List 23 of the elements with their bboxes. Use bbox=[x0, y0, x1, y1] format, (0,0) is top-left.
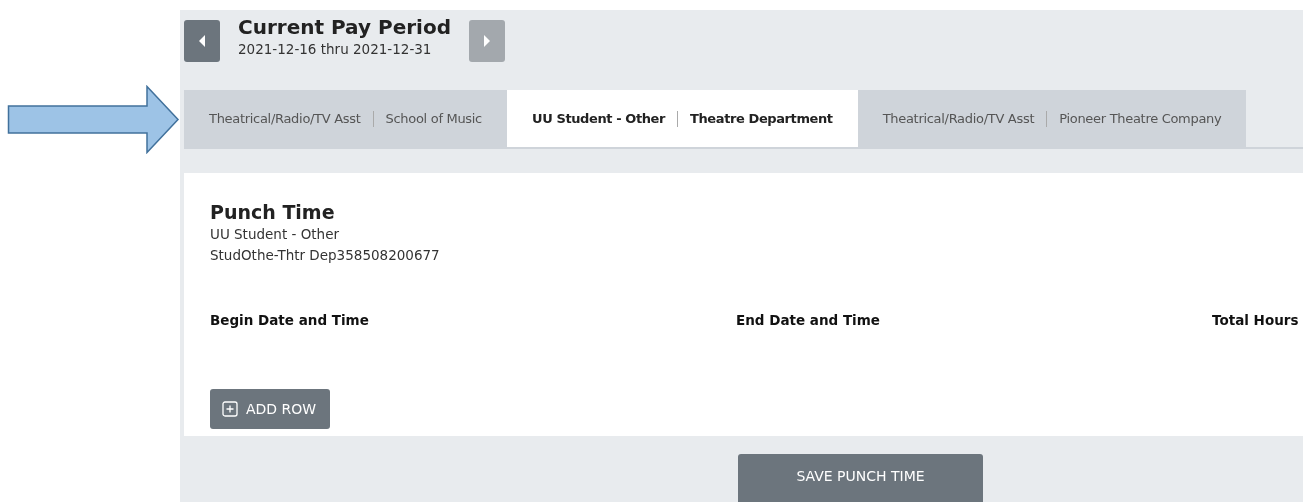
caret-left-icon bbox=[198, 35, 206, 48]
column-header: Total Hours bbox=[1212, 312, 1299, 331]
caret-right-icon bbox=[482, 35, 491, 48]
section-title: Punch Time bbox=[210, 200, 336, 225]
column-header: Begin Date and Time bbox=[210, 312, 370, 331]
department-name: School of Music bbox=[385, 111, 482, 127]
job-title: UU Student - Other bbox=[532, 111, 666, 127]
plus-icon bbox=[222, 401, 238, 418]
add-row-button[interactable]: ADD ROW bbox=[210, 389, 331, 430]
period-range: 2021-12-16 thru 2021-12-31 bbox=[238, 40, 433, 60]
job-title: Theatrical/Radio/TV Asst bbox=[209, 111, 361, 127]
job-title: Theatrical/Radio/TV Asst bbox=[882, 111, 1035, 127]
period-title: Current Pay Period bbox=[238, 15, 451, 40]
column-header: End Date and Time bbox=[736, 312, 881, 331]
department-name: Theatre Department bbox=[690, 111, 833, 127]
job-tab[interactable]: Theatrical/Radio/TV Asst Pioneer Theatre Company bbox=[857, 90, 1247, 148]
job-tab[interactable]: Theatrical/Radio/TV Asst School of Music bbox=[184, 90, 507, 148]
job-tab[interactable]: UU Student - Other Theatre Department bbox=[507, 90, 858, 148]
previous-button[interactable] bbox=[184, 20, 220, 63]
department-name: Pioneer Theatre Company bbox=[1059, 111, 1222, 127]
job-name: UU Student - Other bbox=[210, 225, 340, 245]
position-code: StudOthe-Thtr Dep358508200677 bbox=[210, 246, 441, 266]
save-button[interactable]: SAVE PUNCH TIME bbox=[738, 454, 983, 502]
